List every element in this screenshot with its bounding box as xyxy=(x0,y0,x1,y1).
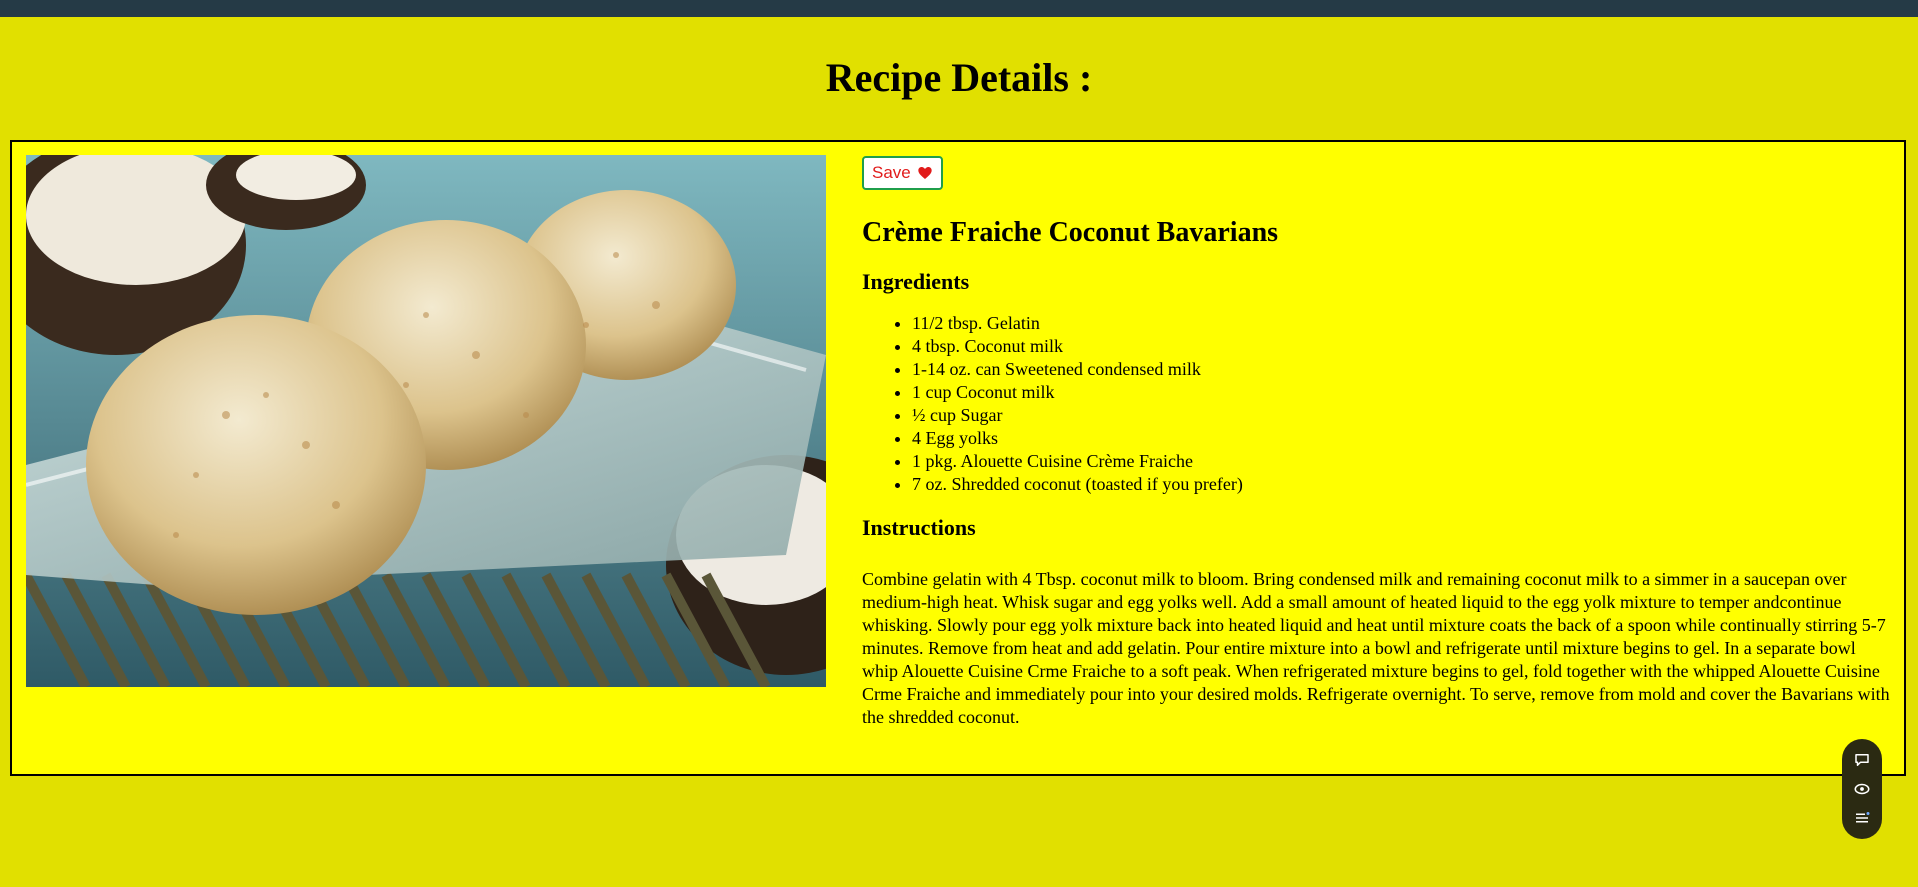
coconut-bavarians-image xyxy=(26,155,826,687)
save-button-label: Save xyxy=(872,163,911,182)
ingredient-item: 1 cup Coconut milk xyxy=(912,381,1902,404)
save-button[interactable]: Save xyxy=(862,156,943,190)
recipe-card: Save Crème Fraiche Coconut Bavarians Ing… xyxy=(10,140,1906,776)
recipe-name: Crème Fraiche Coconut Bavarians xyxy=(862,217,1279,248)
recipe-content: Save Crème Fraiche Coconut Bavarians Ing… xyxy=(862,156,1902,729)
heart-icon xyxy=(918,167,932,179)
page-title: Recipe Details : xyxy=(825,55,1093,100)
recipe-photo xyxy=(26,155,826,687)
instructions-text: Combine gelatin with 4 Tbsp. coconut mil… xyxy=(862,569,1890,727)
ingredients-list: 11/2 tbsp. Gelatin 4 tbsp. Coconut milk … xyxy=(862,312,1902,496)
ingredient-item: 11/2 tbsp. Gelatin xyxy=(912,312,1902,335)
floating-toolbar xyxy=(1842,739,1882,839)
ingredient-item: 1-14 oz. can Sweetened condensed milk xyxy=(912,358,1902,381)
browser-top-bar xyxy=(0,0,1918,17)
ingredients-heading: Ingredients xyxy=(862,269,970,294)
ingredient-item: 1 pkg. Alouette Cuisine Crème Fraiche xyxy=(912,450,1902,473)
eye-icon[interactable] xyxy=(1853,780,1871,798)
ingredient-item: 4 Egg yolks xyxy=(912,427,1902,450)
ingredient-item: 4 tbsp. Coconut milk xyxy=(912,335,1902,358)
list-icon[interactable] xyxy=(1853,809,1871,827)
ingredient-item: 7 oz. Shredded coconut (toasted if you p… xyxy=(912,473,1902,496)
chat-icon[interactable] xyxy=(1853,751,1871,769)
instructions-heading: Instructions xyxy=(862,515,976,540)
ingredient-item: ½ cup Sugar xyxy=(912,404,1902,427)
